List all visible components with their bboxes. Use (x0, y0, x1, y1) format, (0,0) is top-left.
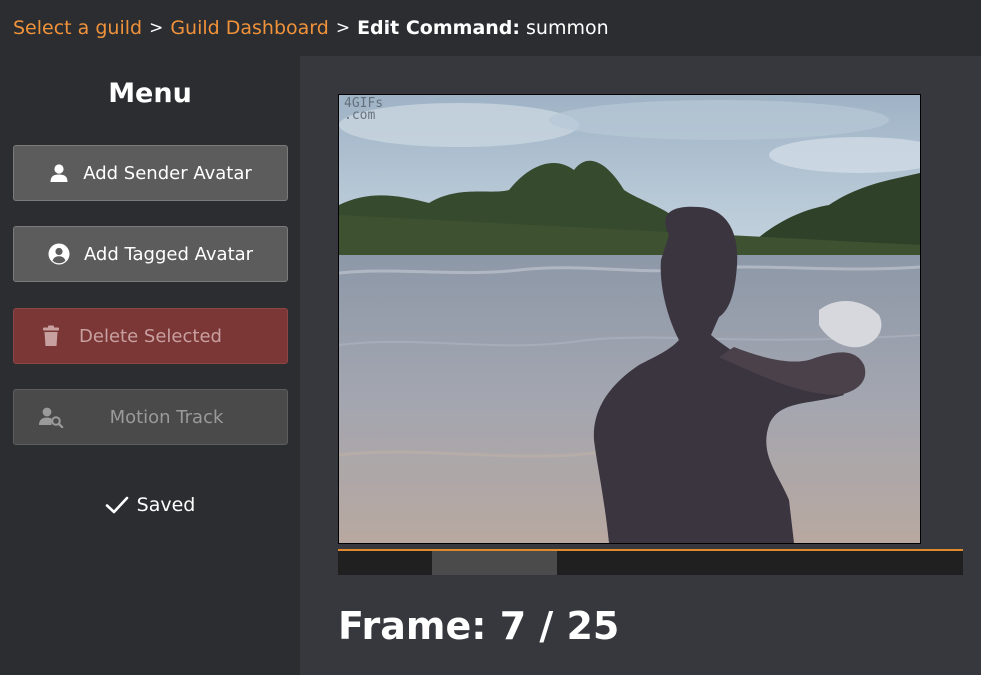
breadcrumb-select-guild[interactable]: Select a guild (13, 17, 142, 39)
user-icon (49, 163, 69, 183)
motion-track-button[interactable]: Motion Track (13, 389, 288, 445)
menu-title: Menu (108, 78, 192, 109)
gif-watermark: 4GIFs .com (344, 96, 384, 123)
add-sender-avatar-button[interactable]: Add Sender Avatar (13, 145, 288, 201)
breadcrumb-command-name: summon (526, 17, 609, 39)
check-icon (105, 495, 129, 515)
add-tagged-avatar-button[interactable]: Add Tagged Avatar (13, 226, 288, 282)
frame-counter: Frame: 7 / 25 (338, 604, 620, 648)
add-sender-avatar-label: Add Sender Avatar (83, 162, 252, 184)
frame-preview[interactable]: 4GIFs .com (338, 94, 921, 544)
frame-timeline[interactable] (338, 549, 963, 575)
save-status: Saved (0, 494, 300, 516)
timeline-current-frame-marker[interactable] (431, 551, 557, 575)
frame-image (339, 95, 920, 543)
breadcrumb: Select a guild > Guild Dashboard > Edit … (0, 0, 981, 56)
editor-area: 4GIFs .com Frame: 7 / 25 (300, 56, 981, 675)
breadcrumb-current-label: Edit Command: (357, 17, 521, 39)
motion-track-label: Motion Track (109, 406, 224, 428)
breadcrumb-separator: > (335, 18, 351, 38)
delete-selected-label: Delete Selected (79, 325, 222, 347)
save-status-label: Saved (136, 494, 196, 516)
add-tagged-avatar-label: Add Tagged Avatar (83, 243, 254, 265)
trash-icon (42, 325, 60, 347)
sidebar-menu: Menu Add Sender Avatar Add Tagged Avatar (0, 56, 300, 675)
breadcrumb-separator: > (149, 18, 164, 38)
breadcrumb-guild-dashboard[interactable]: Guild Dashboard (170, 17, 329, 39)
user-search-icon (38, 406, 64, 428)
user-circle-icon (48, 243, 70, 265)
delete-selected-button[interactable]: Delete Selected (13, 308, 288, 364)
